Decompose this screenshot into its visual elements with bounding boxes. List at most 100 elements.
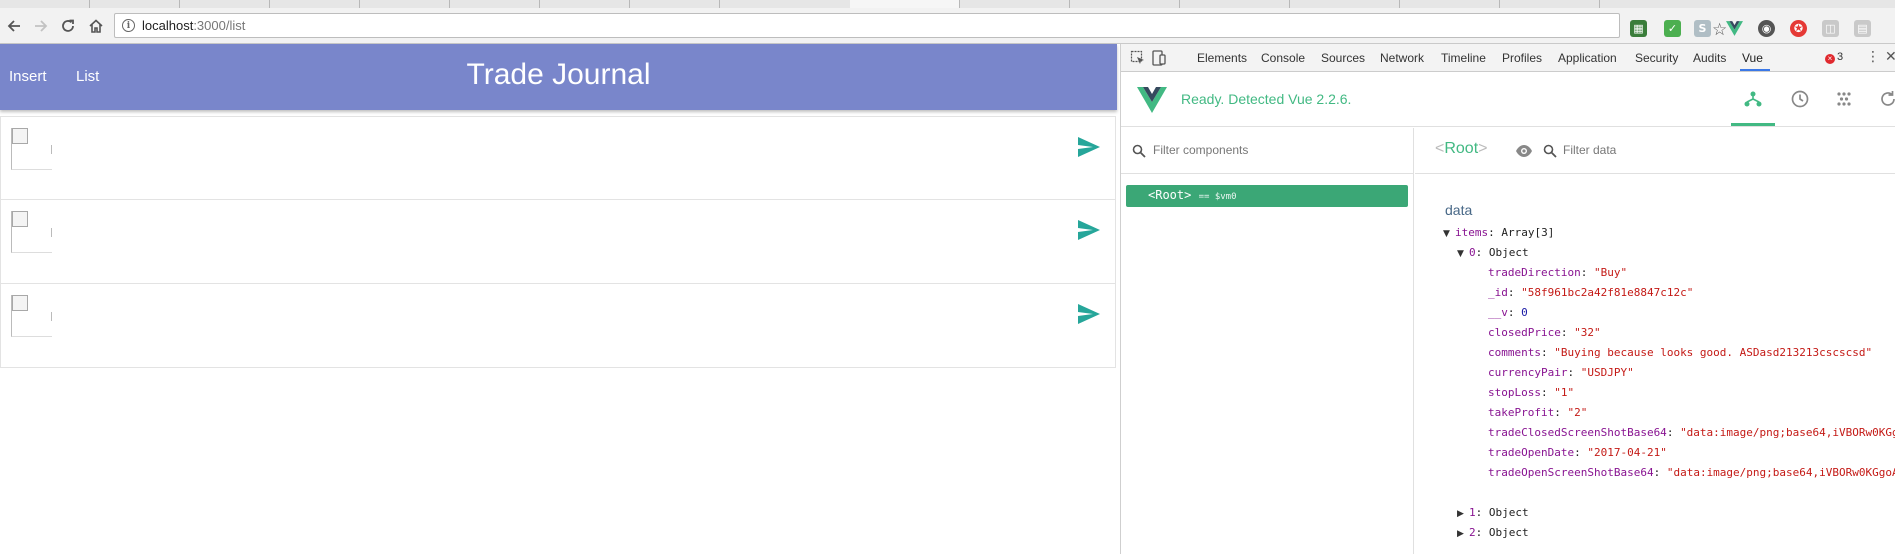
active-view-indicator	[1731, 123, 1775, 126]
tree-field-row[interactable]: __v: 0	[1488, 304, 1528, 322]
vuex-icon[interactable]	[1833, 88, 1855, 110]
inspect-element-icon[interactable]	[1130, 50, 1146, 66]
tree-field-value: "USDJPY"	[1580, 366, 1634, 379]
history-icon[interactable]	[1789, 88, 1811, 110]
tree-field-key: stopLoss	[1488, 386, 1541, 399]
tab-network[interactable]: Network	[1380, 51, 1424, 65]
component-tree-root-row[interactable]: <Root> == $vm0	[1126, 185, 1408, 207]
browser-tab[interactable]	[0, 0, 90, 8]
tree-row-items[interactable]: ▼ items: Array[3]	[1443, 224, 1554, 242]
more-options-icon[interactable]: ⋮	[1866, 49, 1880, 65]
tree-field-row[interactable]: currencyPair: "USDJPY"	[1488, 364, 1634, 382]
tree-field-value: "Buy"	[1593, 266, 1628, 279]
url-path: :3000/list	[193, 18, 246, 33]
list-item[interactable]	[0, 284, 1116, 368]
info-icon[interactable]: i	[122, 19, 135, 32]
list-item[interactable]	[0, 116, 1116, 200]
eye-icon[interactable]	[1515, 144, 1533, 158]
send-icon[interactable]	[1077, 219, 1101, 241]
component-data-pane: <Root> data ▼items: Array[3] ▼0: Object …	[1415, 128, 1895, 554]
tab-console[interactable]: Console	[1261, 51, 1305, 65]
tree-field-colon: :	[1574, 446, 1588, 459]
send-icon[interactable]	[1077, 303, 1101, 325]
extension-grey-icon[interactable]: ◫	[1822, 20, 1839, 37]
browser-tab[interactable]	[1500, 0, 1600, 8]
home-button[interactable]	[85, 16, 107, 36]
tree-field-colon: :	[1507, 306, 1522, 319]
browser-tab[interactable]	[630, 0, 720, 8]
tab-application[interactable]: Application	[1558, 51, 1617, 65]
adblock-icon[interactable]: ✪	[1790, 20, 1807, 37]
root-vm-ref: == $vm0	[1198, 192, 1237, 202]
send-icon[interactable]	[1077, 136, 1101, 158]
components-tree-icon[interactable]	[1742, 88, 1764, 110]
root-component-label: <Root> == $vm0	[1148, 188, 1237, 202]
tree-field-row[interactable]: tradeOpenDate: "2017-04-21"	[1488, 444, 1667, 462]
browser-tab[interactable]	[1180, 0, 1290, 8]
tree-field-row[interactable]: comments: "Buying because looks good. AS…	[1488, 344, 1872, 362]
device-toolbar-icon[interactable]	[1151, 50, 1167, 66]
vue-devtools-header: Ready. Detected Vue 2.2.6.	[1121, 73, 1895, 127]
address-bar[interactable]: i localhost:3000/list ☆	[114, 13, 1727, 40]
selected-component-title: <Root>	[1435, 140, 1488, 157]
tree-field-colon: :	[1560, 326, 1575, 339]
browser-tab[interactable]	[270, 0, 360, 8]
tab-vue[interactable]: Vue	[1742, 51, 1763, 65]
url-host: localhost	[142, 18, 194, 33]
error-icon: ×	[1825, 54, 1835, 64]
tree-field-row[interactable]: closedPrice: "32"	[1488, 324, 1601, 342]
caret-down-icon[interactable]: ▼	[1443, 225, 1455, 243]
tab-security[interactable]: Security	[1635, 51, 1678, 65]
close-icon[interactable]: ✕	[1885, 49, 1895, 65]
tree-field-row[interactable]: takeProfit: "2"	[1488, 404, 1587, 422]
extension-grey-icon[interactable]: ▤	[1854, 20, 1871, 37]
tree-field-row[interactable]: tradeDirection: "Buy"	[1488, 264, 1627, 282]
refresh-icon[interactable]	[1877, 88, 1895, 110]
tab-timeline[interactable]: Timeline	[1441, 51, 1486, 65]
skype-icon[interactable]: S	[1694, 20, 1711, 37]
caret-right-icon[interactable]: ▶	[1457, 505, 1469, 523]
vue-extension-icon[interactable]	[1726, 20, 1743, 37]
tree-type: Array[3]	[1501, 226, 1555, 239]
tree-field-row[interactable]: tradeOpenScreenShotBase64: "data:image/p…	[1488, 464, 1895, 482]
tab-elements[interactable]: Elements	[1197, 51, 1247, 65]
globe-icon[interactable]: ◉	[1758, 20, 1775, 37]
browser-tab[interactable]	[450, 0, 540, 8]
browser-tab[interactable]	[1070, 0, 1180, 8]
browser-tab[interactable]	[1290, 0, 1400, 8]
home-icon	[89, 19, 103, 33]
tree-field-key: closedPrice	[1488, 326, 1561, 339]
browser-tab[interactable]	[360, 0, 450, 8]
tree-field-colon: :	[1540, 386, 1555, 399]
back-button[interactable]	[3, 16, 25, 36]
reload-button[interactable]	[57, 16, 79, 36]
tab-sources[interactable]: Sources	[1321, 51, 1365, 65]
browser-tab[interactable]	[960, 0, 1070, 8]
browser-tab-active[interactable]	[850, 0, 960, 8]
tree-row-item-0[interactable]: ▼ 0: Object	[1457, 244, 1529, 262]
browser-tab[interactable]	[540, 0, 630, 8]
list-item[interactable]	[0, 200, 1116, 284]
extension-icon[interactable]: ▦	[1630, 20, 1647, 37]
forward-button[interactable]	[30, 16, 52, 36]
browser-tab[interactable]	[90, 0, 180, 8]
tree-row-item-2[interactable]: ▶ 2: Object	[1457, 524, 1529, 542]
caret-right-icon[interactable]: ▶	[1457, 525, 1469, 543]
filter-components-input[interactable]	[1153, 143, 1393, 157]
error-count-badge[interactable]: × 3	[1825, 51, 1843, 64]
tree-row-item-1[interactable]: ▶ 1: Object	[1457, 504, 1529, 522]
tree-type: Object	[1488, 506, 1529, 519]
browser-tab[interactable]	[180, 0, 270, 8]
bookmark-star-icon[interactable]: ☆	[1712, 20, 1727, 40]
tree-field-row[interactable]: _id: "58f961bc2a42f81e8847c12c"	[1488, 284, 1693, 302]
tree-field-colon: :	[1554, 406, 1568, 419]
browser-tab[interactable]	[1400, 0, 1500, 8]
filter-data-input[interactable]	[1563, 143, 1763, 157]
tab-profiles[interactable]: Profiles	[1502, 51, 1542, 65]
tree-field-colon: :	[1540, 346, 1555, 359]
tab-audits[interactable]: Audits	[1693, 51, 1726, 65]
tree-field-row[interactable]: stopLoss: "1"	[1488, 384, 1574, 402]
tree-field-row[interactable]: tradeClosedScreenShotBase64: "data:image…	[1488, 424, 1895, 442]
caret-down-icon[interactable]: ▼	[1457, 245, 1469, 263]
shield-check-icon[interactable]: ✓	[1664, 20, 1681, 37]
